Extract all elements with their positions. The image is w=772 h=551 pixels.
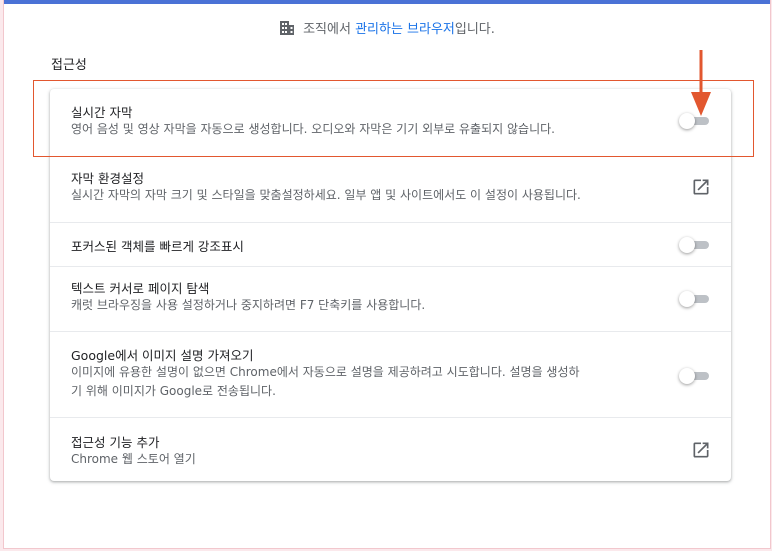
down-arrow-annotation <box>691 50 711 116</box>
setting-title: 포커스된 객체를 빠르게 강조표시 <box>71 239 244 254</box>
setting-title: 접근성 기능 추가 <box>71 435 160 450</box>
setting-title: 텍스트 커서로 페이지 탐색 <box>71 281 210 296</box>
focus-highlight-toggle[interactable] <box>679 237 709 253</box>
external-link-icon[interactable] <box>691 440 711 460</box>
setting-description-line1: 이미지에 유용한 설명이 없으면 Chrome에서 자동으로 설명을 제공하려고… <box>71 365 580 379</box>
managed-browser-link[interactable]: 관리하는 브라우저 <box>355 22 455 37</box>
managed-notice-text: 조직에서 관리하는 브라우저입니다. <box>303 18 495 37</box>
setting-row-image-descriptions[interactable]: Google에서 이미지 설명 가져오기 이미지에 유용한 설명이 없으면 Ch… <box>50 331 731 418</box>
setting-description-line2: 기 위해 이미지가 Google로 전송됩니다. <box>71 384 276 398</box>
image-descriptions-toggle[interactable] <box>679 368 709 384</box>
setting-title: 자막 환경설정 <box>71 171 144 186</box>
caret-browsing-toggle[interactable] <box>679 291 709 307</box>
managed-browser-notice: 조직에서 관리하는 브라우저입니다. <box>4 18 770 37</box>
setting-row-caret-browsing[interactable]: 텍스트 커서로 페이지 탐색 캐럿 브라우징을 사용 설정하거나 중지하려면 F… <box>50 266 731 332</box>
section-title: 접근성 <box>51 58 87 73</box>
building-icon <box>280 20 295 35</box>
setting-description: 실시간 자막의 자막 크기 및 스타일을 맞춤설정하세요. 일부 앱 및 사이트… <box>71 188 581 202</box>
setting-row-focus-highlight[interactable]: 포커스된 객체를 빠르게 강조표시 <box>50 222 731 267</box>
settings-page: 조직에서 관리하는 브라우저입니다. 접근성 실시간 자막 영어 음성 및 영상… <box>3 0 771 549</box>
setting-row-caption-preferences[interactable]: 자막 환경설정 실시간 자막의 자막 크기 및 스타일을 맞춤설정하세요. 일부… <box>50 156 731 223</box>
setting-description: Chrome 웹 스토어 열기 <box>71 452 196 466</box>
managed-suffix: 입니다. <box>454 22 495 37</box>
setting-title: Google에서 이미지 설명 가져오기 <box>71 348 254 363</box>
highlight-box-annotation <box>33 80 754 157</box>
setting-row-add-accessibility-features[interactable]: 접근성 기능 추가 Chrome 웹 스토어 열기 <box>50 417 731 482</box>
managed-prefix: 조직에서 <box>303 22 356 37</box>
setting-description: 캐럿 브라우징을 사용 설정하거나 중지하려면 F7 단축키를 사용합니다. <box>71 298 426 312</box>
external-link-icon[interactable] <box>691 177 711 197</box>
top-accent-bar <box>4 0 770 4</box>
